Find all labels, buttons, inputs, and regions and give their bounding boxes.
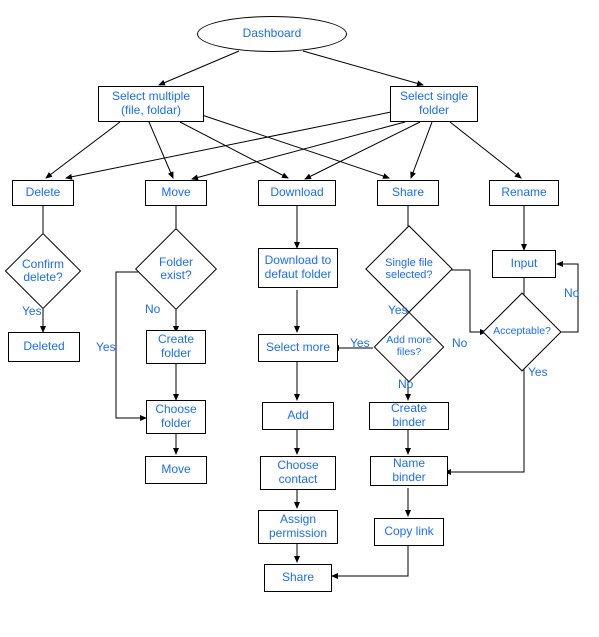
deleted-label: Deleted — [23, 340, 64, 354]
edge-yes-1: Yes — [22, 304, 42, 318]
dashboard-label: Dashboard — [243, 27, 302, 41]
download-defaut-node: Download to defaut folder — [258, 248, 338, 288]
add-node: Add — [262, 402, 334, 430]
folder-exist-node: Folder exist? — [147, 240, 205, 298]
rename-node: Rename — [489, 180, 559, 206]
edge-no-4: No — [564, 286, 579, 300]
select-more-label: Select more — [266, 341, 330, 355]
assign-permission-label: Assign permission — [263, 513, 333, 541]
select-multiple-node: Select multiple (file, foldar) — [98, 86, 204, 122]
delete-node: Delete — [12, 180, 74, 206]
input-node: Input — [492, 250, 556, 278]
acceptable-node: Acceptable? — [494, 304, 550, 360]
name-binder-label: Name binder — [375, 457, 443, 485]
share-label: Share — [392, 186, 424, 200]
choose-folder-label: Choose folder — [151, 403, 201, 431]
create-folder-node: Create folder — [146, 330, 206, 364]
confirm-delete-node: Confirm delete? — [16, 244, 70, 298]
move2-node: Move — [145, 456, 207, 484]
acceptable-label: Acceptable? — [494, 304, 550, 360]
rename-label: Rename — [501, 186, 546, 200]
single-file-node: Single file selected? — [378, 238, 440, 300]
share2-node: Share — [264, 564, 332, 592]
edge-yes-4: Yes — [350, 336, 370, 350]
assign-permission-node: Assign permission — [258, 510, 338, 544]
choose-contact-node: Choose contact — [260, 456, 336, 490]
select-single-node: Select single folder — [390, 86, 478, 122]
edge-yes-5: Yes — [528, 365, 548, 379]
download-defaut-label: Download to defaut folder — [263, 254, 333, 282]
move2-label: Move — [161, 463, 190, 477]
create-binder-label: Create binder — [374, 402, 444, 430]
download-label: Download — [270, 186, 323, 200]
copy-link-label: Copy link — [384, 525, 433, 539]
download-node: Download — [258, 180, 336, 206]
copy-link-node: Copy link — [374, 518, 444, 546]
edge-no-2: No — [398, 377, 413, 391]
move-label: Move — [161, 186, 190, 200]
move-node: Move — [145, 180, 207, 206]
input-label: Input — [511, 257, 538, 271]
share-node: Share — [377, 180, 439, 206]
share2-label: Share — [282, 571, 314, 585]
confirm-delete-label: Confirm delete? — [16, 244, 70, 298]
edge-yes-2: Yes — [96, 340, 116, 354]
deleted-node: Deleted — [8, 332, 80, 362]
single-file-label: Single file selected? — [378, 238, 440, 300]
choose-contact-label: Choose contact — [265, 459, 331, 487]
edge-no-1: No — [145, 302, 160, 316]
add-more-files-node: Add more files? — [384, 322, 434, 372]
name-binder-node: Name binder — [370, 456, 448, 486]
delete-label: Delete — [26, 186, 61, 200]
edge-no-3: No — [452, 336, 467, 350]
dashboard-node: Dashboard — [197, 16, 347, 52]
create-binder-node: Create binder — [369, 402, 449, 430]
create-folder-label: Create folder — [151, 333, 201, 361]
add-label: Add — [287, 409, 308, 423]
choose-folder-node: Choose folder — [146, 400, 206, 434]
select-multiple-label: Select multiple (file, foldar) — [103, 90, 199, 118]
edge-yes-3: Yes — [388, 303, 408, 317]
add-more-files-label: Add more files? — [384, 322, 434, 372]
folder-exist-label: Folder exist? — [147, 240, 205, 298]
select-single-label: Select single folder — [395, 90, 473, 118]
select-more-node: Select more — [258, 334, 338, 362]
